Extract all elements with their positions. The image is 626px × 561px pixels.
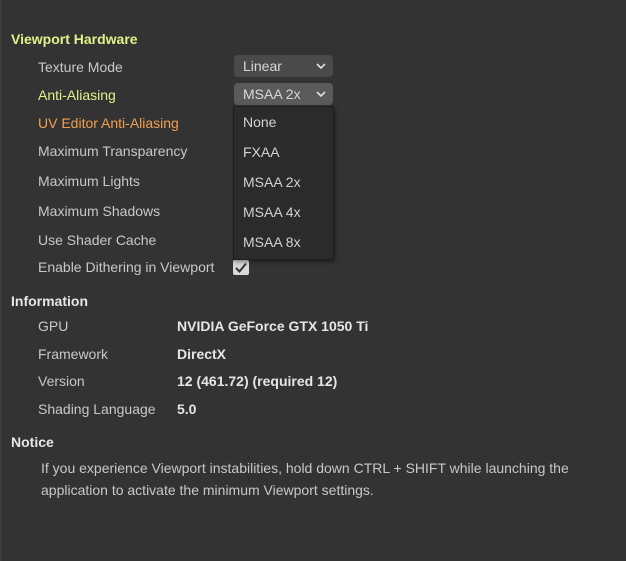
preferences-panel: Viewport Hardware Texture Mode Linear An… [0, 0, 626, 561]
dithering-checkbox[interactable] [233, 260, 249, 275]
panel-border [0, 0, 2, 561]
texture-mode-combo[interactable]: Linear [234, 55, 333, 77]
notice-text: If you experience Viewport instabilities… [41, 460, 569, 498]
gpu-value: NVIDIA GeForce GTX 1050 Ti [177, 318, 369, 334]
chevron-down-icon [316, 91, 326, 98]
shader-cache-label: Use Shader Cache [38, 232, 157, 248]
dithering-label: Enable Dithering in Viewport [38, 259, 215, 275]
version-label: Version [38, 373, 85, 389]
max-shadows-label: Maximum Shadows [38, 203, 161, 219]
shading-language-label: Shading Language [38, 401, 156, 417]
gpu-label: GPU [38, 318, 69, 334]
viewport-hardware-title: Viewport Hardware [11, 31, 138, 47]
framework-label: Framework [38, 346, 109, 362]
texture-mode-value: Linear [243, 58, 282, 74]
anti-aliasing-combo[interactable]: MSAA 2x [234, 83, 333, 105]
texture-mode-label: Texture Mode [38, 59, 123, 75]
max-transparency-label: Maximum Transparency [38, 143, 188, 159]
shading-language-value: 5.0 [177, 401, 197, 417]
max-lights-label: Maximum Lights [38, 173, 140, 189]
version-value: 12 (461.72) (required 12) [177, 373, 338, 389]
aa-option-none[interactable]: None [243, 114, 276, 130]
information-title: Information [11, 293, 88, 309]
chevron-down-icon [316, 63, 326, 70]
aa-option-msaa-2x[interactable]: MSAA 2x [243, 174, 301, 190]
anti-aliasing-value: MSAA 2x [243, 86, 301, 102]
checkmark-icon [235, 262, 247, 273]
notice-title: Notice [11, 434, 54, 450]
anti-aliasing-label: Anti-Aliasing [38, 87, 116, 103]
aa-option-msaa-8x[interactable]: MSAA 8x [243, 234, 301, 250]
aa-option-msaa-4x[interactable]: MSAA 4x [243, 204, 301, 220]
framework-value: DirectX [177, 346, 227, 362]
uv-editor-aa-label: UV Editor Anti-Aliasing [38, 115, 179, 131]
aa-option-fxaa[interactable]: FXAA [243, 144, 280, 160]
anti-aliasing-dropdown-menu: None FXAA MSAA 2x MSAA 4x MSAA 8x [233, 106, 334, 260]
